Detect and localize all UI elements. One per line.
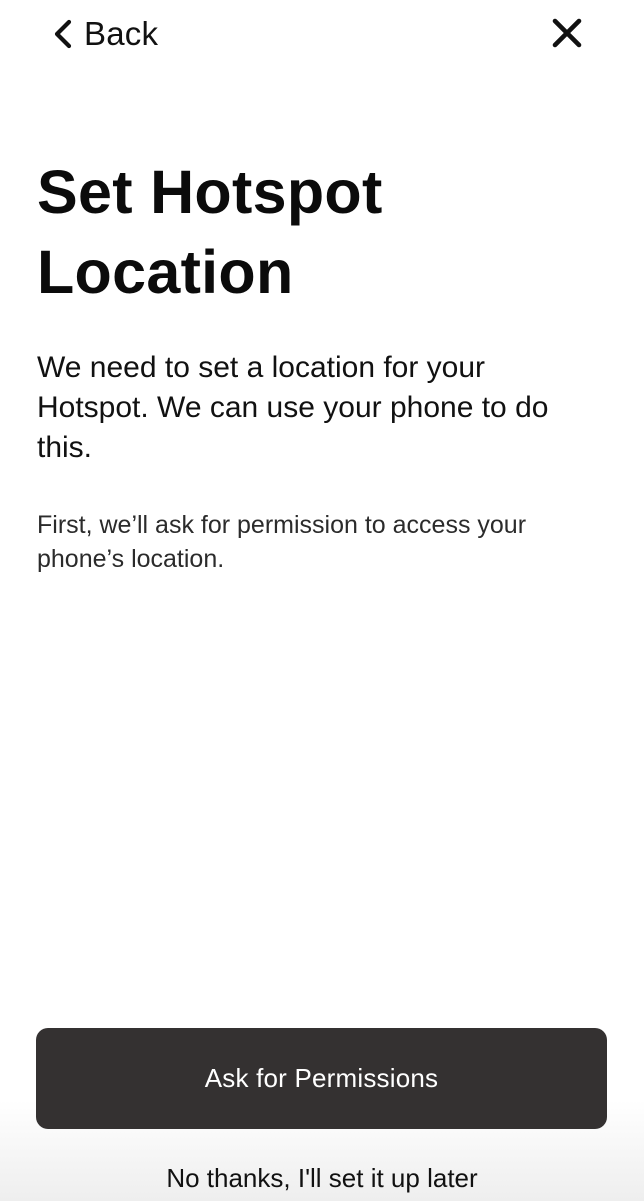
chevron-left-icon bbox=[54, 19, 72, 49]
back-button[interactable]: Back bbox=[52, 12, 158, 56]
skip-setup-link[interactable]: No thanks, I'll set it up later bbox=[0, 1158, 644, 1198]
close-icon bbox=[552, 18, 582, 48]
lead-text: We need to set a location for your Hotsp… bbox=[37, 351, 549, 464]
ask-permissions-button[interactable]: Ask for Permissions bbox=[36, 1028, 607, 1129]
permission-note: First, we’ll ask for permission to acces… bbox=[37, 511, 527, 573]
back-label: Back bbox=[84, 15, 159, 52]
navigation-bar: Back bbox=[0, 0, 644, 70]
close-button[interactable] bbox=[548, 14, 586, 52]
ask-permissions-label: Ask for Permissions bbox=[204, 1063, 439, 1093]
page-title: Set Hotspot Location bbox=[37, 158, 383, 306]
hotspot-location-screen: Back Set Hotspot Location We need to set… bbox=[0, 0, 644, 1201]
